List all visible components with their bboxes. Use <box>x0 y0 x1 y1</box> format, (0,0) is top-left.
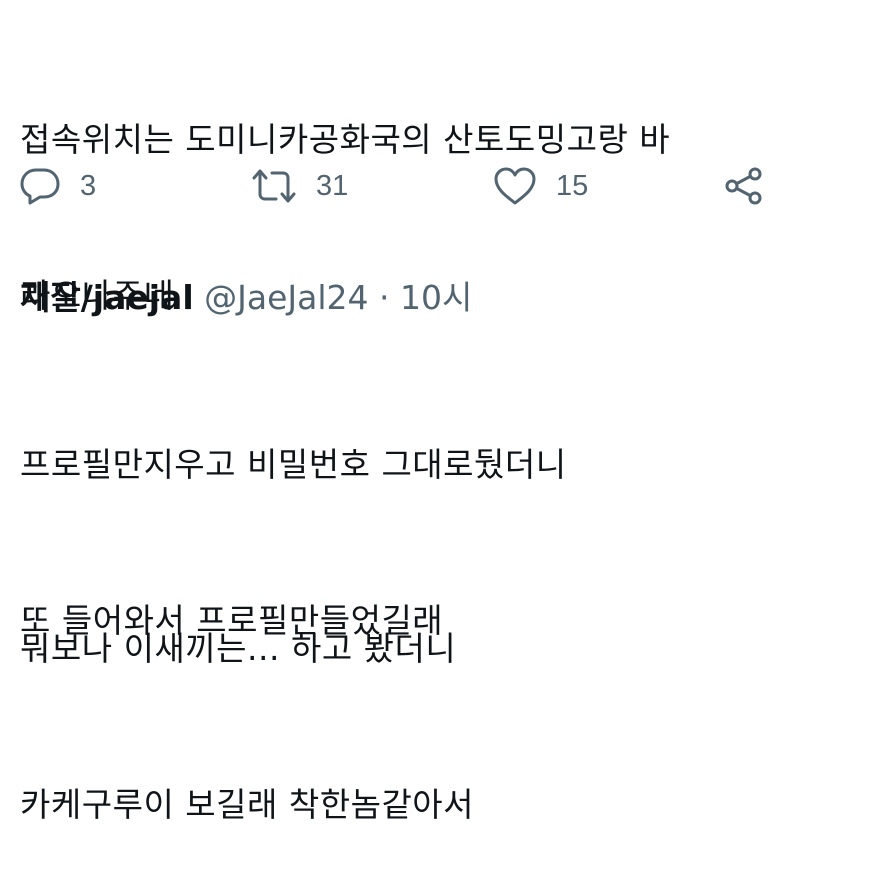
retweet-button[interactable]: 31 <box>250 163 348 209</box>
reply-tweet-line: 카케구루이 보길래 착한놈같아서 <box>20 785 475 824</box>
reply-count: 3 <box>80 169 97 202</box>
user-handle[interactable]: @JaeJal24 <box>204 278 368 317</box>
reply-button[interactable]: 3 <box>18 163 96 209</box>
retweet-icon <box>250 166 298 206</box>
header-separator: · <box>379 278 390 317</box>
retweet-count: 31 <box>316 169 349 202</box>
display-name[interactable]: 재잘/jaejal <box>20 278 194 317</box>
reply-tweet-line: 프로필만지우고 비밀번호 그대로뒀더니 <box>20 445 567 484</box>
like-button[interactable]: 15 <box>492 163 588 209</box>
reply-tweet-line: 뭐보나 이새끼는... 하고 봤더니 <box>20 629 457 668</box>
reply-tweet-header: 재잘/jaejal @JaeJal24 · 10시 <box>20 272 472 324</box>
share-button[interactable] <box>722 163 768 209</box>
tweet-action-bar: 3 31 15 <box>18 163 878 209</box>
reply-icon <box>18 166 62 206</box>
like-count: 15 <box>556 169 589 202</box>
previous-tweet-line: 접속위치는 도미니카공화국의 산토도밍고랑 바 <box>20 120 671 159</box>
reply-tweet-text-paragraph: 뭐보나 이새끼는... 하고 봤더니 카케구루이 보길래 착한놈같아서 <box>20 519 474 883</box>
tweet-timestamp[interactable]: 10시 <box>400 278 472 317</box>
share-icon <box>722 166 768 206</box>
heart-icon <box>492 165 538 207</box>
